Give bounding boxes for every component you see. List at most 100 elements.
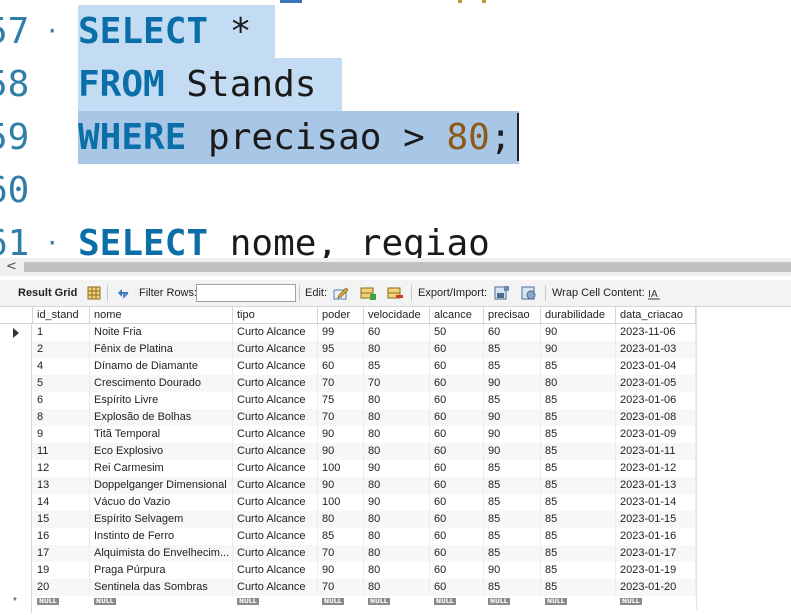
cell-durabilidade[interactable]: 85 xyxy=(541,477,616,494)
cell-tipo[interactable]: Curto Alcance xyxy=(233,494,318,511)
cell-id-stand[interactable]: 9 xyxy=(33,426,90,443)
cell-precisao[interactable]: 90 xyxy=(484,426,541,443)
row-selector[interactable]: * xyxy=(0,596,32,613)
cell-precisao[interactable]: 90 xyxy=(484,409,541,426)
cell-poder[interactable]: 90 xyxy=(318,443,364,460)
cell-data-criacao[interactable]: 2023-01-19 xyxy=(616,562,696,579)
cell-data-criacao[interactable]: 2023-01-05 xyxy=(616,375,696,392)
cell-nome[interactable]: Doppelganger Dimensional xyxy=(90,477,233,494)
row-selector[interactable] xyxy=(0,358,32,375)
cell-data-criacao[interactable]: 2023-01-06 xyxy=(616,392,696,409)
column-header-precisao[interactable]: precisao xyxy=(484,307,541,324)
cell-velocidade[interactable]: 80 xyxy=(364,528,430,545)
row-selector[interactable] xyxy=(0,426,32,443)
row-selector[interactable] xyxy=(0,392,32,409)
cell-poder[interactable]: 70 xyxy=(318,579,364,596)
cell-tipo[interactable]: Curto Alcance xyxy=(233,375,318,392)
cell-durabilidade[interactable]: 85 xyxy=(541,579,616,596)
cell-nome[interactable]: Explosão de Bolhas xyxy=(90,409,233,426)
cell-durabilidade[interactable]: 85 xyxy=(541,545,616,562)
table-row[interactable]: 1 Noite Fria Curto Alcance 99 60 50 60 90 2023-1… xyxy=(0,324,696,341)
cell-tipo[interactable]: Curto Alcance xyxy=(233,324,318,341)
cell-data-criacao[interactable]: 2023-01-16 xyxy=(616,528,696,545)
cell-poder[interactable]: 85 xyxy=(318,528,364,545)
table-row[interactable]: 4 Dínamo de Diamante Curto Alcance 60 85 60 85… xyxy=(0,358,696,375)
cell-alcance[interactable]: 60 xyxy=(430,494,484,511)
sql-editor[interactable]: 57 · SELECT * 58 FROM Stands 59 WHERE precisao… xyxy=(0,0,791,258)
cell-id-stand[interactable]: 11 xyxy=(33,443,90,460)
cell-durabilidade[interactable]: 90 xyxy=(541,324,616,341)
editor-horizontal-scrollbar[interactable]: < xyxy=(0,258,791,276)
cell-tipo[interactable]: Curto Alcance xyxy=(233,409,318,426)
edit-row-icon[interactable] xyxy=(333,285,349,301)
cell-id-stand[interactable]: 15 xyxy=(33,511,90,528)
cell-data-criacao[interactable]: 2023-01-11 xyxy=(616,443,696,460)
cell-nome[interactable]: Eco Explosivo xyxy=(90,443,233,460)
cell-alcance[interactable]: 60 xyxy=(430,545,484,562)
cell-poder[interactable]: 80 xyxy=(318,511,364,528)
cell-velocidade[interactable]: 80 xyxy=(364,341,430,358)
cell-data-criacao[interactable]: 2023-11-06 xyxy=(616,324,696,341)
cell-id-stand[interactable]: 6 xyxy=(33,392,90,409)
cell-nome[interactable]: Fênix de Platina xyxy=(90,341,233,358)
row-selector[interactable] xyxy=(0,341,32,358)
cell-data-criacao[interactable]: 2023-01-12 xyxy=(616,460,696,477)
cell-precisao[interactable]: 85 xyxy=(484,358,541,375)
row-selector[interactable] xyxy=(0,409,32,426)
row-selector[interactable] xyxy=(0,528,32,545)
cell-id-stand[interactable]: 5 xyxy=(33,375,90,392)
cell-poder[interactable]: 99 xyxy=(318,324,364,341)
row-selector[interactable] xyxy=(0,375,32,392)
table-row[interactable]: 15 Espírito Selvagem Curto Alcance 80 80 60 85… xyxy=(0,511,696,528)
row-selector[interactable] xyxy=(0,545,32,562)
table-row[interactable]: 12 Rei Carmesim Curto Alcance 100 90 60 85 85 20… xyxy=(0,460,696,477)
cell-precisao[interactable]: 85 xyxy=(484,460,541,477)
cell-precisao[interactable]: 90 xyxy=(484,375,541,392)
cell-alcance[interactable]: 60 xyxy=(430,426,484,443)
result-grid-tab[interactable]: Result Grid xyxy=(18,287,77,299)
cell-durabilidade[interactable]: 85 xyxy=(541,494,616,511)
cell-precisao[interactable]: 85 xyxy=(484,545,541,562)
cell-alcance[interactable]: 60 xyxy=(430,375,484,392)
row-selector[interactable] xyxy=(0,579,32,596)
fold-marker-icon[interactable]: · xyxy=(45,217,59,258)
wrap-text-icon[interactable]: IA xyxy=(646,285,662,301)
cell-durabilidade[interactable]: 85 xyxy=(541,409,616,426)
table-row[interactable]: 16 Instinto de Ferro Curto Alcance 85 80 60 85… xyxy=(0,528,696,545)
cell-precisao[interactable]: 90 xyxy=(484,443,541,460)
table-row[interactable]: 2 Fênix de Platina Curto Alcance 95 80 60 85 90… xyxy=(0,341,696,358)
cell-precisao[interactable]: 85 xyxy=(484,477,541,494)
cell-durabilidade[interactable]: 85 xyxy=(541,562,616,579)
cell-velocidade[interactable]: 90 xyxy=(364,494,430,511)
cell-nome[interactable]: Rei Carmesim xyxy=(90,460,233,477)
column-header-tipo[interactable]: tipo xyxy=(233,307,318,324)
cell-poder[interactable]: 90 xyxy=(318,562,364,579)
cell-tipo[interactable]: Curto Alcance xyxy=(233,545,318,562)
cell-velocidade[interactable]: 85 xyxy=(364,358,430,375)
cell-id-stand[interactable]: 20 xyxy=(33,579,90,596)
cell-velocidade[interactable]: 80 xyxy=(364,511,430,528)
new-row[interactable]: * NULL NULL NULL NULL NULL NULL NULL NULL NULL xyxy=(0,596,696,613)
cell-alcance[interactable]: 60 xyxy=(430,358,484,375)
cell-data-criacao[interactable]: 2023-01-15 xyxy=(616,511,696,528)
cell-nome[interactable]: Dínamo de Diamante xyxy=(90,358,233,375)
cell-tipo[interactable]: Curto Alcance xyxy=(233,443,318,460)
cell-velocidade[interactable]: 80 xyxy=(364,392,430,409)
table-row[interactable]: 9 Titã Temporal Curto Alcance 90 80 60 90 85 202… xyxy=(0,426,696,443)
cell-durabilidade[interactable]: 85 xyxy=(541,426,616,443)
cell-poder[interactable]: 70 xyxy=(318,375,364,392)
cell-poder[interactable]: 70 xyxy=(318,545,364,562)
cell-durabilidade[interactable]: 90 xyxy=(541,341,616,358)
cell-id-stand[interactable]: 8 xyxy=(33,409,90,426)
cell-tipo[interactable]: Curto Alcance xyxy=(233,477,318,494)
cell-tipo[interactable]: Curto Alcance xyxy=(233,341,318,358)
row-selector[interactable] xyxy=(0,460,32,477)
cell-durabilidade[interactable]: 85 xyxy=(541,528,616,545)
cell-data-criacao[interactable]: 2023-01-20 xyxy=(616,579,696,596)
row-selector[interactable] xyxy=(0,562,32,579)
column-header-nome[interactable]: nome xyxy=(90,307,233,324)
cell-nome[interactable]: Espírito Selvagem xyxy=(90,511,233,528)
cell-alcance[interactable]: 60 xyxy=(430,460,484,477)
cell-precisao[interactable]: 85 xyxy=(484,494,541,511)
cell-nome[interactable]: Sentinela das Sombras xyxy=(90,579,233,596)
